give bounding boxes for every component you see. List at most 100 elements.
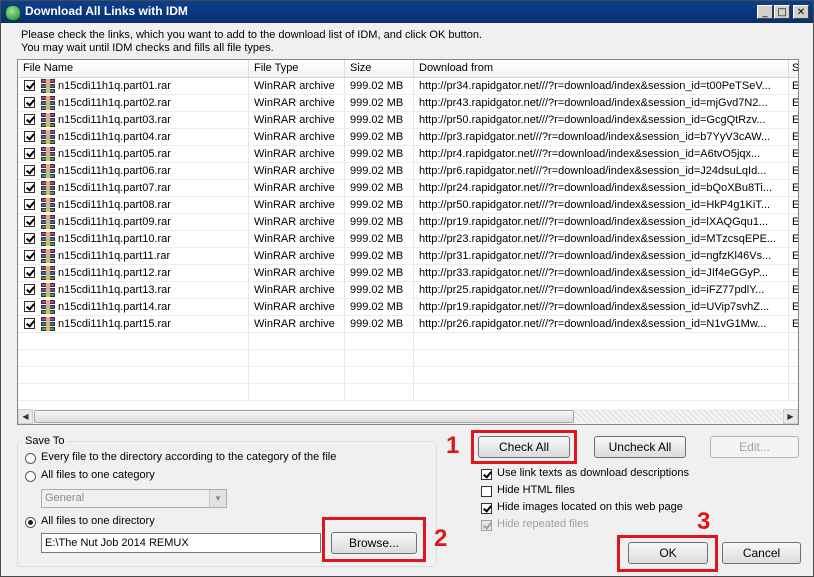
table-row[interactable]: n15cdi11h1q.part13.rar WinRAR archive 999.… (18, 282, 798, 299)
row-checkbox[interactable] (24, 199, 35, 210)
directory-input[interactable]: E:\The Nut Job 2014 REMUX (41, 533, 321, 553)
file-type-cell: WinRAR archive (249, 316, 345, 333)
table-row[interactable]: n15cdi11h1q.part05.rar WinRAR archive 999.… (18, 146, 798, 163)
file-name-cell[interactable]: n15cdi11h1q.part11.rar (18, 248, 249, 265)
row-checkbox[interactable] (24, 148, 35, 159)
row-checkbox[interactable] (24, 250, 35, 261)
row-checkbox[interactable] (24, 284, 35, 295)
table-row[interactable]: n15cdi11h1q.part07.rar WinRAR archive 999.… (18, 180, 798, 197)
row-checkbox[interactable] (24, 114, 35, 125)
row-checkbox[interactable] (24, 165, 35, 176)
download-url-cell: http://pr3.rapidgator.net///?r=download/… (414, 129, 789, 146)
row-checkbox[interactable] (24, 216, 35, 227)
file-name-cell[interactable]: n15cdi11h1q.part14.rar (18, 299, 249, 316)
table-row[interactable]: n15cdi11h1q.part09.rar WinRAR archive 999.… (18, 214, 798, 231)
file-name-cell[interactable]: n15cdi11h1q.part12.rar (18, 265, 249, 282)
title-bar[interactable]: Download All Links with IDM _ □ ✕ (1, 1, 813, 23)
window-title: Download All Links with IDM (25, 4, 188, 18)
file-name-cell[interactable]: n15cdi11h1q.part02.rar (18, 95, 249, 112)
scroll-right-icon[interactable]: ▶ (783, 409, 798, 424)
file-size-cell: 999.02 MB (345, 231, 414, 248)
file-name-cell[interactable]: n15cdi11h1q.part01.rar (18, 78, 249, 95)
row-checkbox[interactable] (24, 318, 35, 329)
download-url-cell: http://pr31.rapidgator.net///?r=download… (414, 248, 789, 265)
maximize-button[interactable]: □ (774, 5, 790, 19)
row-checkbox[interactable] (24, 182, 35, 193)
hide-html-checkbox[interactable] (481, 486, 492, 497)
winrar-archive-icon (40, 232, 56, 246)
table-row[interactable]: n15cdi11h1q.part14.rar WinRAR archive 999.… (18, 299, 798, 316)
column-header-download-from[interactable]: Download from (414, 60, 789, 77)
row-checkbox[interactable] (24, 80, 35, 91)
minimize-button[interactable]: _ (757, 5, 773, 19)
table-row[interactable]: n15cdi11h1q.part10.rar WinRAR archive 999.… (18, 231, 798, 248)
file-type-cell: WinRAR archive (249, 265, 345, 282)
radio-every-file-label: Every file to the directory according to… (41, 451, 337, 463)
row-checkbox[interactable] (24, 301, 35, 312)
file-name-cell[interactable]: n15cdi11h1q.part04.rar (18, 129, 249, 146)
column-header-size[interactable]: Size (345, 60, 414, 77)
column-header-file-name[interactable]: File Name (18, 60, 249, 77)
download-url-cell: http://pr34.rapidgator.net///?r=download… (414, 78, 789, 95)
file-name-cell[interactable]: n15cdi11h1q.part07.rar (18, 180, 249, 197)
winrar-archive-icon (40, 215, 56, 229)
file-size-cell: 999.02 MB (345, 78, 414, 95)
scroll-left-icon[interactable]: ◀ (18, 409, 33, 424)
uncheck-all-button[interactable]: Uncheck All (594, 436, 686, 458)
download-all-links-dialog: Download All Links with IDM _ □ ✕ Please… (0, 0, 814, 577)
file-list[interactable]: File Name File Type Size Download from S… (17, 59, 799, 425)
extra-cell: E (789, 197, 798, 214)
file-name: n15cdi11h1q.part13.rar (58, 284, 171, 296)
column-header-file-type[interactable]: File Type (249, 60, 345, 77)
table-row[interactable]: n15cdi11h1q.part11.rar WinRAR archive 999.… (18, 248, 798, 265)
file-name-cell[interactable]: n15cdi11h1q.part03.rar (18, 112, 249, 129)
close-button[interactable]: ✕ (793, 5, 809, 19)
winrar-archive-icon (40, 79, 56, 93)
table-row[interactable]: n15cdi11h1q.part03.rar WinRAR archive 999.… (18, 112, 798, 129)
use-link-texts-checkbox[interactable] (481, 469, 492, 480)
scroll-thumb[interactable] (34, 410, 574, 423)
column-header-extra[interactable]: S (789, 60, 798, 77)
file-name-cell[interactable]: n15cdi11h1q.part10.rar (18, 231, 249, 248)
file-name-cell[interactable]: n15cdi11h1q.part13.rar (18, 282, 249, 299)
file-size-cell: 999.02 MB (345, 248, 414, 265)
table-row[interactable]: n15cdi11h1q.part06.rar WinRAR archive 999.… (18, 163, 798, 180)
row-checkbox[interactable] (24, 267, 35, 278)
file-name-cell[interactable]: n15cdi11h1q.part09.rar (18, 214, 249, 231)
file-name-cell[interactable]: n15cdi11h1q.part08.rar (18, 197, 249, 214)
file-name: n15cdi11h1q.part02.rar (58, 97, 171, 109)
file-size-cell: 999.02 MB (345, 112, 414, 129)
hide-images-checkbox[interactable] (481, 503, 492, 514)
edit-button[interactable]: Edit... (710, 436, 799, 458)
scroll-track[interactable] (574, 410, 782, 423)
winrar-archive-icon (40, 300, 56, 314)
file-name-cell[interactable]: n15cdi11h1q.part06.rar (18, 163, 249, 180)
empty-row (18, 350, 798, 367)
table-row[interactable]: n15cdi11h1q.part08.rar WinRAR archive 999.… (18, 197, 798, 214)
table-row[interactable]: n15cdi11h1q.part12.rar WinRAR archive 999.… (18, 265, 798, 282)
table-row[interactable]: n15cdi11h1q.part01.rar WinRAR archive 999.… (18, 78, 798, 95)
row-checkbox[interactable] (24, 131, 35, 142)
table-row[interactable]: n15cdi11h1q.part02.rar WinRAR archive 999.… (18, 95, 798, 112)
file-size-cell: 999.02 MB (345, 95, 414, 112)
file-name: n15cdi11h1q.part07.rar (58, 182, 171, 194)
radio-one-directory[interactable] (25, 517, 36, 528)
highlight-browse (322, 517, 426, 562)
radio-one-category[interactable] (25, 471, 36, 482)
horizontal-scrollbar[interactable]: ◀ ▶ (18, 409, 798, 424)
radio-every-file[interactable] (25, 453, 36, 464)
file-type-cell: WinRAR archive (249, 163, 345, 180)
extra-cell: E (789, 78, 798, 95)
file-name-cell[interactable]: n15cdi11h1q.part05.rar (18, 146, 249, 163)
table-row[interactable]: n15cdi11h1q.part15.rar WinRAR archive 999.… (18, 316, 798, 333)
file-name-cell[interactable]: n15cdi11h1q.part15.rar (18, 316, 249, 333)
download-url-cell: http://pr19.rapidgator.net///?r=download… (414, 214, 789, 231)
file-name: n15cdi11h1q.part06.rar (58, 165, 171, 177)
file-type-cell: WinRAR archive (249, 112, 345, 129)
winrar-archive-icon (40, 96, 56, 110)
cancel-button[interactable]: Cancel (722, 542, 801, 564)
table-row[interactable]: n15cdi11h1q.part04.rar WinRAR archive 999.… (18, 129, 798, 146)
hide-repeated-checkbox (481, 520, 492, 531)
row-checkbox[interactable] (24, 97, 35, 108)
row-checkbox[interactable] (24, 233, 35, 244)
